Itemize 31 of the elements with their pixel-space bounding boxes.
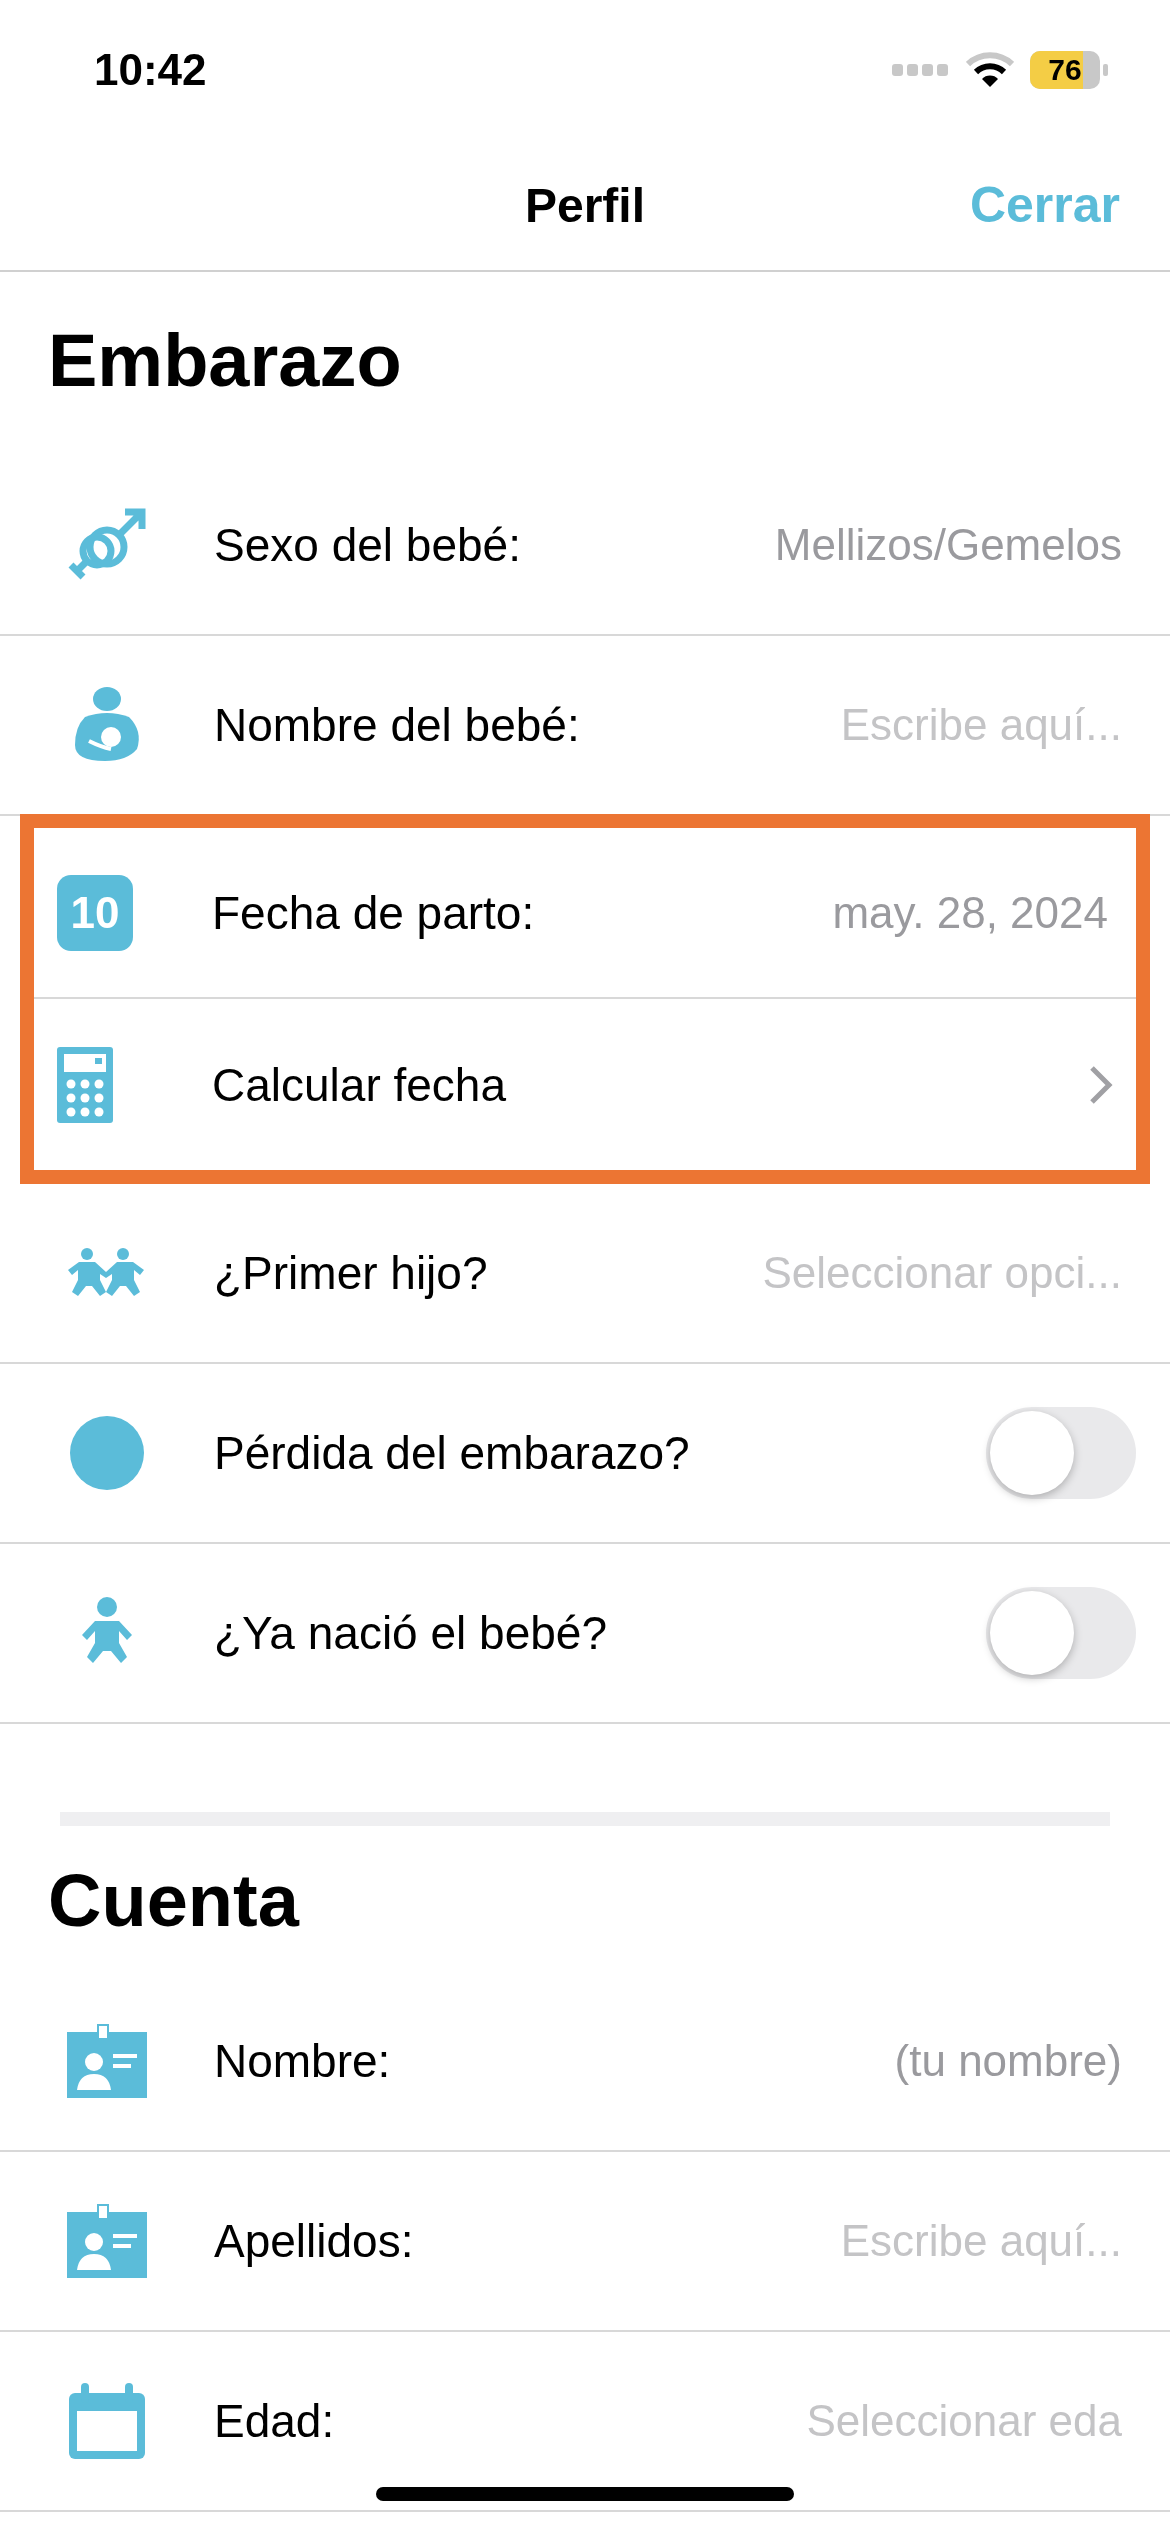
field-label: Pérdida del embarazo? bbox=[214, 1426, 690, 1480]
twin-babies-icon bbox=[68, 1248, 146, 1298]
form-row[interactable]: Sexo del bebé: Mellizos/Gemelos bbox=[0, 456, 1170, 636]
calendar-icon bbox=[69, 2383, 145, 2459]
id-card-icon bbox=[67, 2024, 147, 2098]
field-label: Apellidos: bbox=[214, 2214, 414, 2268]
screen-title: Perfil bbox=[524, 177, 645, 233]
form-row[interactable]: ¿Ya nació el bebé? bbox=[0, 1544, 1170, 1724]
field-label: Edad: bbox=[214, 2394, 335, 2448]
chevron-icon bbox=[1088, 1063, 1114, 1106]
calendar-day-icon: 10 bbox=[57, 874, 133, 951]
id-card-icon bbox=[67, 2204, 147, 2278]
form-row[interactable]: Nombre: (tu nombre) bbox=[0, 1972, 1170, 2152]
field-label: Nombre del bebé: bbox=[214, 698, 580, 752]
form-row[interactable]: ¿Primer hijo? Seleccionar opci... bbox=[0, 1184, 1170, 1364]
form-row[interactable]: Apellidos: Escribe aquí... bbox=[0, 2152, 1170, 2332]
field-label: Calcular fecha bbox=[212, 1057, 507, 1112]
wifi-icon bbox=[966, 52, 1014, 88]
form-row[interactable]: Pérdida del embarazo? bbox=[0, 1364, 1170, 1544]
circle-icon bbox=[69, 1415, 145, 1491]
field-label: ¿Ya nació el bebé? bbox=[214, 1606, 607, 1660]
form-row[interactable]: Nombre del bebé: Escribe aquí... bbox=[0, 636, 1170, 816]
section-title: Embarazo bbox=[47, 318, 403, 404]
status-time: 10:42 bbox=[94, 45, 207, 95]
signal-icon bbox=[892, 64, 950, 76]
section-title: Cuenta bbox=[47, 1858, 301, 1944]
calculator-icon bbox=[57, 1046, 113, 1123]
field-label: Nombre: bbox=[214, 2034, 391, 2088]
field-label: ¿Primer hijo? bbox=[214, 1246, 488, 1300]
field-label: Sexo del bebé: bbox=[214, 518, 521, 572]
field-label: Fecha de parto: bbox=[212, 885, 535, 940]
